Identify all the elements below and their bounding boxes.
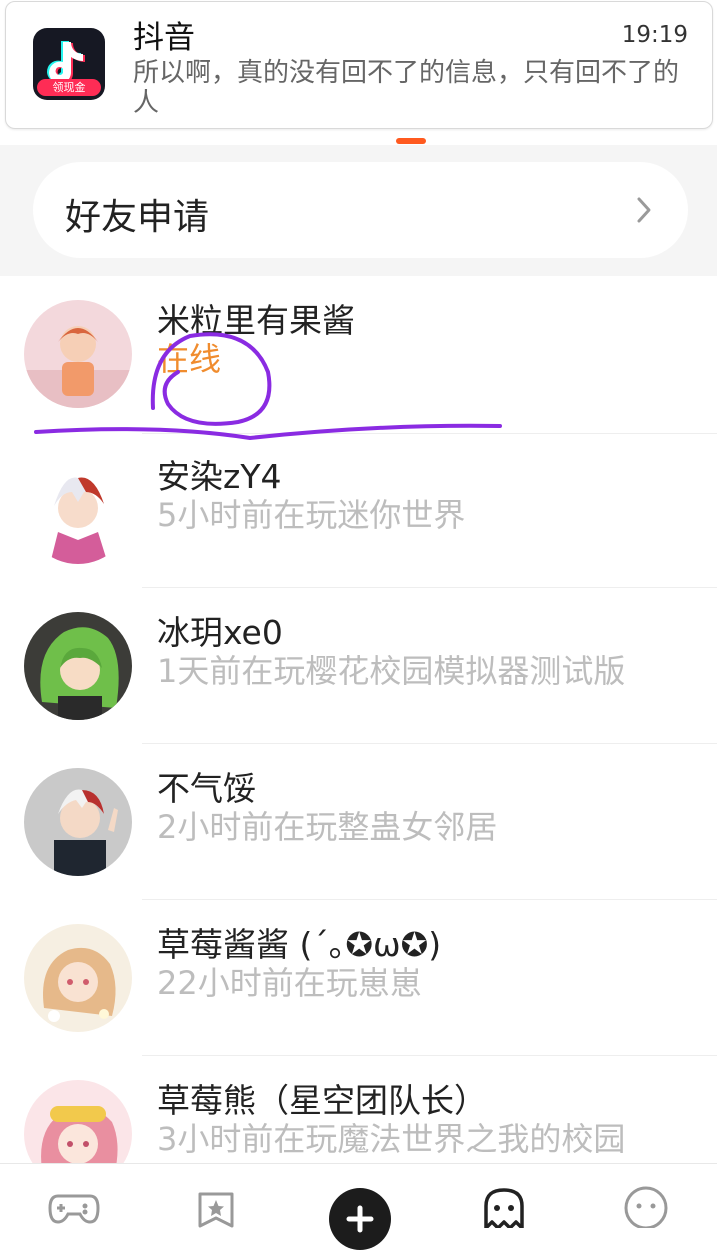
active-tab-indicator [396, 138, 426, 144]
avatar[interactable] [24, 768, 132, 876]
avatar[interactable] [24, 456, 132, 564]
avatar[interactable] [24, 612, 132, 720]
gamepad-icon[interactable] [48, 1182, 100, 1228]
icon-badge: 领现金 [37, 79, 101, 96]
douyin-app-icon: 领现金 [33, 28, 105, 100]
friend-status: 22小时前在玩崽崽 [157, 964, 422, 1002]
create-button[interactable] [329, 1188, 391, 1250]
notification-message: 所以啊，真的没有回不了的信息，只有回不了的人 [133, 58, 680, 118]
notification-time: 19:19 [621, 22, 688, 48]
avatar[interactable] [24, 924, 132, 1032]
list-item[interactable]: 不气馁 2小时前在玩整蛊女邻居 [0, 744, 717, 900]
chevron-right-icon [637, 197, 651, 223]
friend-request-button[interactable]: 好友申请 [33, 162, 688, 258]
notification-app-name: 抖音 [133, 20, 195, 56]
friend-status: 1天前在玩樱花校园模拟器测试版 [157, 652, 626, 690]
friend-status: 在线 [157, 340, 222, 378]
notification-banner[interactable]: 领现金 抖音 19:19 所以啊，真的没有回不了的信息，只有回不了的人 [5, 1, 713, 129]
friend-status: 3小时前在玩魔法世界之我的校园 [157, 1120, 626, 1158]
list-item[interactable]: 安染zY4 5小时前在玩迷你世界 [0, 432, 717, 588]
list-item[interactable]: 米粒里有果酱 在线 [0, 276, 717, 434]
star-bookmark-icon[interactable] [190, 1182, 242, 1228]
ghost-icon[interactable] [478, 1182, 530, 1228]
list-item[interactable]: 草莓酱酱 (´｡✪ω✪) 22小时前在玩崽崽 [0, 900, 717, 1056]
friend-request-label: 好友申请 [65, 197, 210, 238]
friend-status: 5小时前在玩迷你世界 [157, 496, 466, 534]
list-item[interactable]: 冰玥xe0 1天前在玩樱花校园模拟器测试版 [0, 588, 717, 744]
chat-bubble-icon[interactable] [620, 1182, 672, 1228]
bottom-nav [0, 1163, 717, 1250]
plus-icon [346, 1205, 374, 1233]
friend-status: 2小时前在玩整蛊女邻居 [157, 808, 498, 846]
avatar[interactable] [24, 300, 132, 408]
